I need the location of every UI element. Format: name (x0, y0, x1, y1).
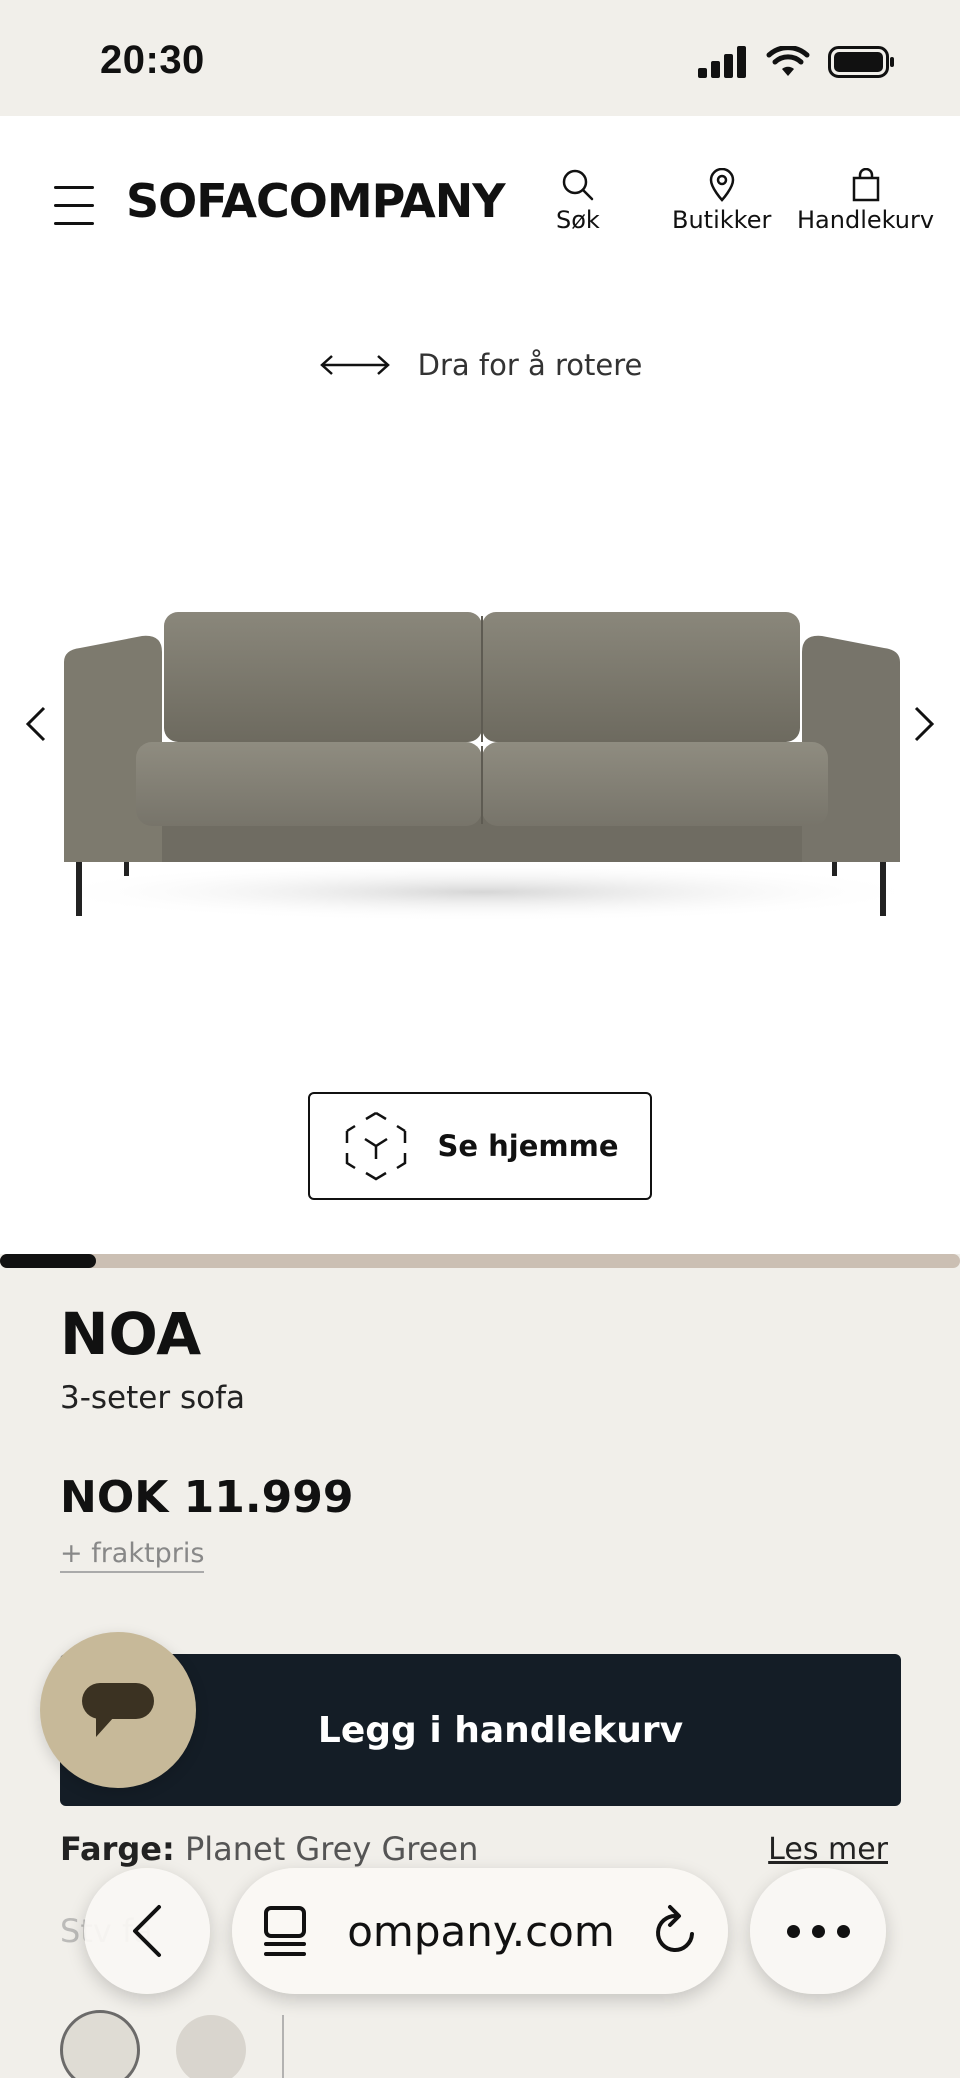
sofa-image (32, 612, 932, 922)
freight-link[interactable]: + fraktpris (60, 1538, 205, 1573)
color-value: Planet Grey Green (184, 1830, 479, 1868)
product-name: NOA (60, 1300, 202, 1368)
search-label: Søk (556, 206, 600, 234)
rotate-arrows-icon (319, 355, 390, 375)
signal-icon (698, 46, 746, 78)
site-logo[interactable]: SOFACOMPANY (126, 174, 506, 228)
menu-icon[interactable] (54, 184, 94, 228)
carousel-progress-fill (0, 1254, 96, 1268)
color-row: Farge: Planet Grey Green (60, 1830, 478, 1868)
color-swatch[interactable] (176, 2015, 246, 2078)
cart-button[interactable]: Handlekurv (797, 168, 934, 234)
browser-more-button[interactable] (750, 1868, 886, 1994)
more-icon-dot (836, 1924, 850, 1938)
see-at-home-label: Se hjemme (437, 1129, 619, 1163)
site-header: SOFACOMPANY Søk Butikker Handlekurv (0, 116, 960, 292)
chat-button[interactable] (40, 1632, 196, 1788)
color-swatches (60, 2010, 284, 2078)
chat-icon (82, 1683, 154, 1737)
tabs-icon[interactable] (260, 1904, 310, 1958)
add-to-cart-label: Legg i handlekurv (317, 1709, 684, 1751)
browser-address-bar[interactable]: ompany.com (232, 1868, 728, 1994)
search-icon (562, 169, 594, 201)
shopping-bag-icon (852, 168, 879, 202)
reload-icon[interactable] (652, 1904, 700, 1958)
more-icon (786, 1924, 800, 1938)
status-time: 20:30 (100, 38, 205, 82)
stores-button[interactable]: Butikker (672, 168, 771, 234)
see-at-home-button[interactable]: Se hjemme (308, 1092, 652, 1200)
browser-url[interactable]: ompany.com (330, 1907, 632, 1956)
rotate-hint-text: Dra for å rotere (417, 348, 643, 382)
status-icons (698, 46, 896, 78)
location-pin-icon (709, 168, 734, 202)
swatch-divider (282, 2015, 284, 2078)
color-label: Farge: (60, 1830, 175, 1868)
ar-cube-icon (346, 1111, 407, 1181)
cart-label: Handlekurv (797, 206, 935, 234)
read-more-link[interactable]: Les mer (768, 1832, 888, 1867)
back-icon (133, 1905, 161, 1957)
wifi-icon (766, 46, 810, 76)
product-price: NOK 11.999 (60, 1472, 354, 1523)
color-swatch[interactable] (60, 2010, 140, 2078)
rotate-hint: Dra for å rotere (0, 348, 960, 382)
product-3d-viewer[interactable]: Dra for å rotere Se hjemme (0, 292, 960, 1254)
battery-icon (828, 46, 894, 78)
more-icon-dot (811, 1924, 825, 1938)
search-button[interactable]: Søk (556, 168, 600, 234)
carousel-progress (0, 1254, 960, 1268)
status-bar: 20:30 (0, 0, 960, 116)
browser-back-button[interactable] (84, 1868, 210, 1994)
stores-label: Butikker (672, 206, 772, 234)
product-subtitle: 3-seter sofa (60, 1380, 245, 1416)
